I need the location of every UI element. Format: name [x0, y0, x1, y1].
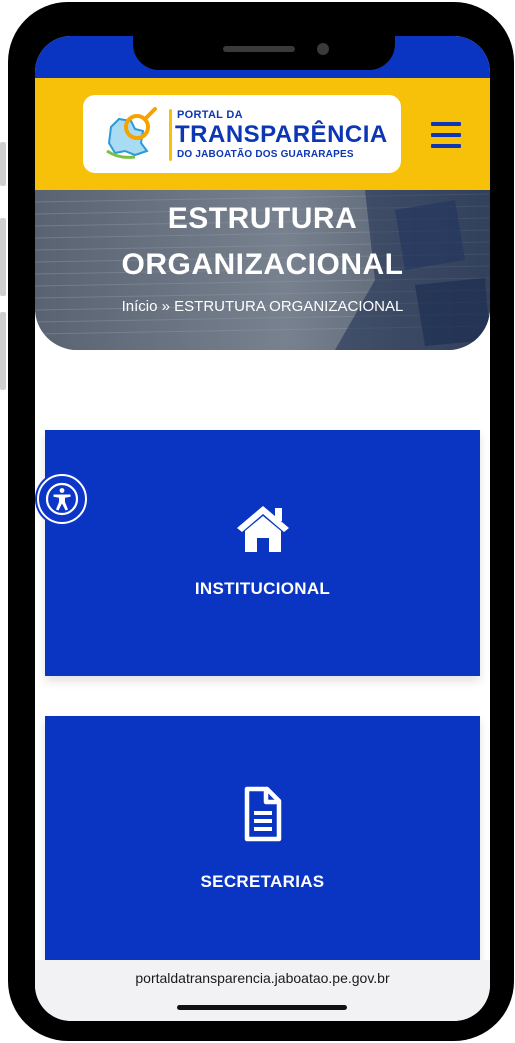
page-title: ESTRUTURA ORGANIZACIONAL [35, 196, 490, 288]
home-indicator[interactable] [177, 1005, 347, 1010]
mute-switch [0, 142, 6, 186]
card-secretarias-label: SECRETARIAS [200, 872, 325, 891]
logo-line-3: DO JABOATÃO DOS GUARARAPES [177, 149, 354, 160]
portal-logo[interactable]: PORTAL DA TRANSPARÊNCIA DO JABOATÃO DOS … [83, 95, 401, 173]
hamburger-menu-icon[interactable] [431, 122, 461, 148]
phone-side-buttons [0, 2, 8, 1041]
logo-divider [169, 109, 172, 161]
card-institucional-label: INSTITUCIONAL [194, 579, 331, 598]
speaker-grille [223, 46, 295, 52]
browser-url[interactable]: portaldatransparencia.jaboatao.pe.gov.br [35, 970, 490, 986]
accessibility-icon[interactable] [37, 474, 87, 524]
card-institucional[interactable]: INSTITUCIONAL [45, 430, 480, 676]
accessibility-figure-icon [45, 482, 79, 516]
home-icon [236, 506, 289, 552]
browser-address-bar[interactable]: portaldatransparencia.jaboatao.pe.gov.br [35, 960, 490, 1021]
page-title-line-1: ESTRUTURA [167, 202, 358, 235]
card-secretarias[interactable]: SECRETARIAS [45, 716, 480, 962]
volume-down-button [0, 312, 6, 390]
volume-up-button [0, 218, 6, 296]
phone-screen: PORTAL DA TRANSPARÊNCIA DO JABOATÃO DOS … [35, 36, 490, 1021]
notch [133, 36, 395, 70]
logo-line-2: TRANSPARÊNCIA [175, 121, 388, 148]
document-icon [244, 786, 281, 842]
front-camera [317, 43, 329, 55]
site-header: PORTAL DA TRANSPARÊNCIA DO JABOATÃO DOS … [35, 78, 490, 190]
page-title-line-2: ORGANIZACIONAL [121, 248, 404, 281]
magnifier-map-logo-icon [106, 107, 157, 159]
logo-line-1: PORTAL DA [177, 109, 243, 121]
breadcrumb[interactable]: Início » ESTRUTURA ORGANIZACIONAL [35, 298, 490, 315]
page-hero: ESTRUTURA ORGANIZACIONAL Início » ESTRUT… [35, 190, 490, 350]
